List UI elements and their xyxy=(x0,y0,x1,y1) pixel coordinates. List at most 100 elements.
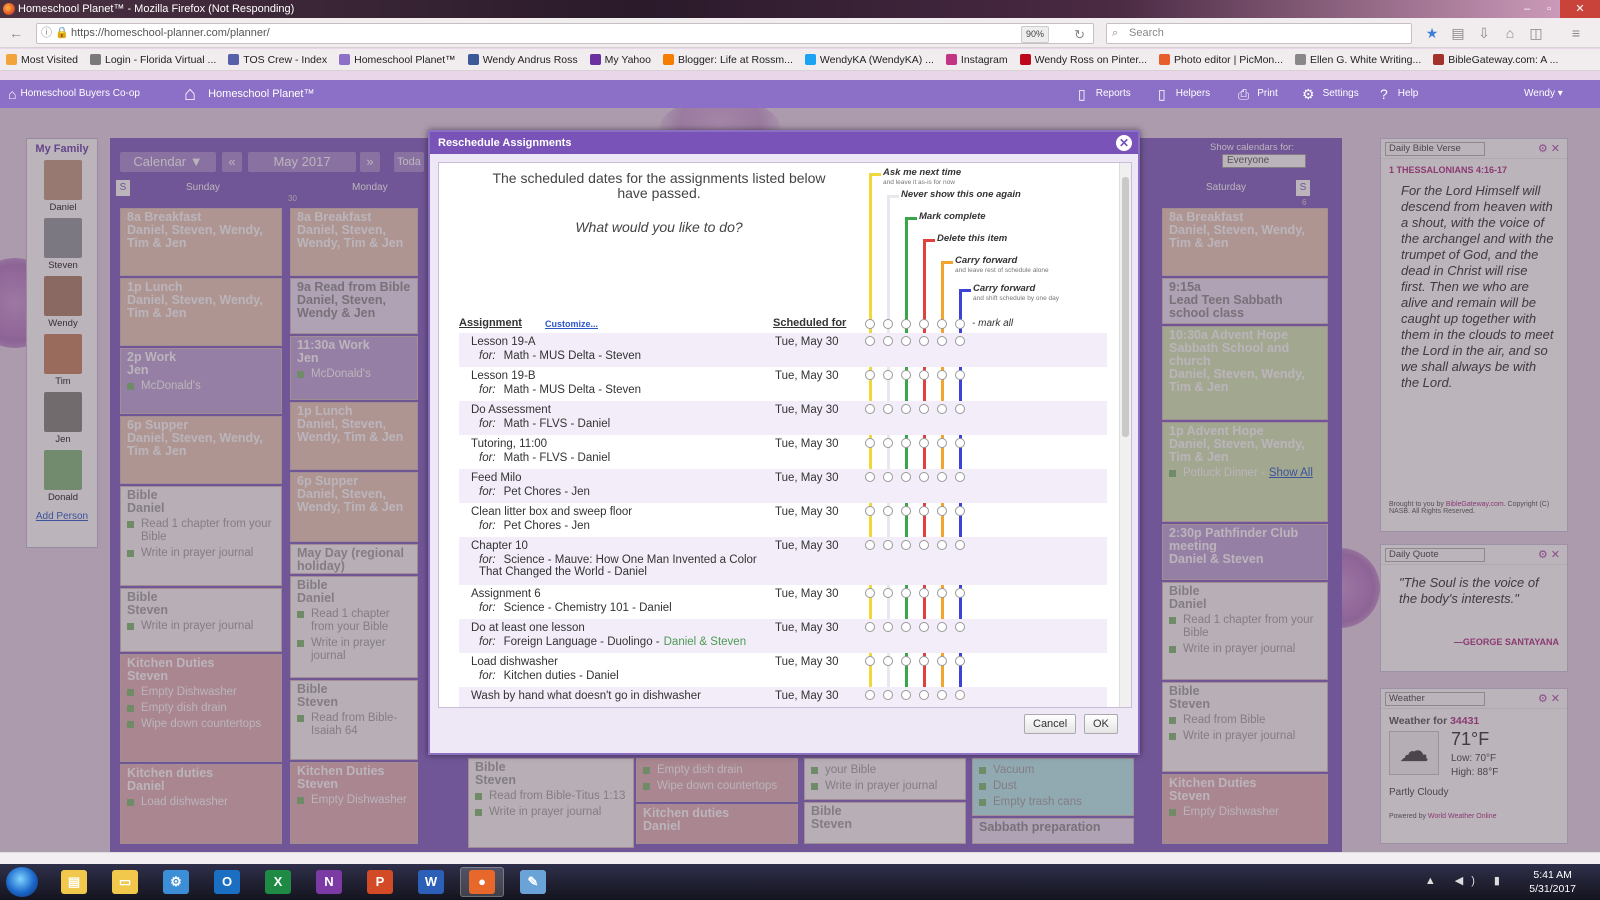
assignment-option-radio[interactable] xyxy=(919,506,929,516)
assignment-students-link[interactable]: Daniel & Steven xyxy=(664,636,746,648)
assignment-option-radio[interactable] xyxy=(865,622,875,632)
assignment-option-radio[interactable] xyxy=(937,404,947,414)
bookmark-item[interactable]: Wendy Andrus Ross xyxy=(467,54,578,66)
assignment-option-radio[interactable] xyxy=(955,690,965,700)
taskbar-app[interactable]: ⚙ xyxy=(154,867,198,897)
menu-print[interactable]: ⎙ Print xyxy=(1238,80,1278,108)
ok-button[interactable]: OK xyxy=(1084,714,1118,734)
assignment-option-radio[interactable] xyxy=(883,588,893,598)
assignment-option-radio[interactable] xyxy=(883,656,893,666)
bookmark-item[interactable]: Wendy Ross on Pinter... xyxy=(1019,54,1147,66)
taskbar-app[interactable]: ▤ xyxy=(52,867,96,897)
bookmark-item[interactable]: WendyKA (WendyKA) ... xyxy=(804,54,934,66)
close-window-button[interactable]: ✕ xyxy=(1560,0,1600,18)
bookmark-item[interactable]: Most Visited xyxy=(6,54,78,66)
zoom-indicator[interactable]: 90% xyxy=(1020,26,1049,43)
user-menu[interactable]: Wendy ▾ xyxy=(1524,80,1563,108)
menu-help[interactable]: ? Help xyxy=(1380,80,1418,108)
taskbar-app[interactable]: O xyxy=(205,867,249,897)
assignment-option-radio[interactable] xyxy=(919,588,929,598)
assignment-option-radio[interactable] xyxy=(901,588,911,598)
assignment-option-radio[interactable] xyxy=(955,656,965,666)
bookmark-item[interactable]: Ellen G. White Writing... xyxy=(1295,54,1421,66)
mark-all-radio[interactable] xyxy=(901,319,911,329)
taskbar-app[interactable]: N xyxy=(307,867,351,897)
bookmark-item[interactable]: Blogger: Life at Rossm... xyxy=(662,54,793,66)
assignment-option-radio[interactable] xyxy=(937,656,947,666)
assignment-option-radio[interactable] xyxy=(919,472,929,482)
assignment-option-radio[interactable] xyxy=(955,588,965,598)
assignment-option-radio[interactable] xyxy=(901,656,911,666)
assignment-option-radio[interactable] xyxy=(937,540,947,550)
assignment-option-radio[interactable] xyxy=(865,370,875,380)
search-input[interactable]: ⌕ Search xyxy=(1106,23,1412,44)
assignment-option-radio[interactable] xyxy=(901,404,911,414)
bookmark-star-icon[interactable]: ★ xyxy=(1424,25,1440,41)
assignment-option-radio[interactable] xyxy=(919,370,929,380)
mark-all-radio[interactable] xyxy=(919,319,929,329)
assignment-option-radio[interactable] xyxy=(865,472,875,482)
assignment-option-radio[interactable] xyxy=(883,336,893,346)
assignment-option-radio[interactable] xyxy=(919,404,929,414)
download-icon[interactable]: ⇩ xyxy=(1476,25,1492,41)
reading-list-icon[interactable]: ▤ xyxy=(1450,25,1466,41)
assignment-option-radio[interactable] xyxy=(937,588,947,598)
dialog-scrollbar[interactable] xyxy=(1119,163,1131,707)
assignment-option-radio[interactable] xyxy=(883,506,893,516)
assignment-option-radio[interactable] xyxy=(937,370,947,380)
bookmark-item[interactable]: BibleGateway.com: A ... xyxy=(1433,54,1558,66)
taskbar-app[interactable]: W xyxy=(409,867,453,897)
back-arrow-icon[interactable]: ← xyxy=(8,25,24,41)
assignment-option-radio[interactable] xyxy=(937,472,947,482)
assignment-option-radio[interactable] xyxy=(901,540,911,550)
assignment-option-radio[interactable] xyxy=(901,336,911,346)
assignment-option-radio[interactable] xyxy=(883,540,893,550)
taskbar-app[interactable]: P xyxy=(358,867,402,897)
assignment-option-radio[interactable] xyxy=(955,438,965,448)
hamburger-menu-icon[interactable]: ≡ xyxy=(1568,25,1584,41)
assignment-option-radio[interactable] xyxy=(937,506,947,516)
minimize-button[interactable]: – xyxy=(1516,0,1538,18)
clock[interactable]: 5:41 AM 5/31/2017 xyxy=(1529,868,1576,896)
dialog-close-icon[interactable]: ✕ xyxy=(1116,135,1132,151)
assignment-option-radio[interactable] xyxy=(901,622,911,632)
assignment-option-radio[interactable] xyxy=(919,438,929,448)
assignment-option-radio[interactable] xyxy=(901,472,911,482)
assignment-option-radio[interactable] xyxy=(919,622,929,632)
assignment-column-header[interactable]: Assignment xyxy=(459,317,522,329)
menu-settings[interactable]: ⚙ Settings xyxy=(1302,80,1359,108)
bookmark-item[interactable]: Login - Florida Virtual ... xyxy=(90,54,216,66)
home-icon[interactable]: ⌂ xyxy=(1502,25,1518,41)
assignment-option-radio[interactable] xyxy=(937,438,947,448)
menu-reports[interactable]: ▯ Reports xyxy=(1078,80,1131,108)
taskbar-app[interactable]: ✎ xyxy=(511,867,555,897)
pocket-icon[interactable]: ◫ xyxy=(1528,25,1544,41)
assignment-option-radio[interactable] xyxy=(883,438,893,448)
assignment-option-radio[interactable] xyxy=(865,690,875,700)
assignment-option-radio[interactable] xyxy=(865,336,875,346)
bookmark-item[interactable]: TOS Crew - Index xyxy=(228,54,327,66)
assignment-option-radio[interactable] xyxy=(883,404,893,414)
assignment-option-radio[interactable] xyxy=(919,540,929,550)
assignment-option-radio[interactable] xyxy=(955,622,965,632)
assignment-option-radio[interactable] xyxy=(901,370,911,380)
page-horizontal-scrollbar[interactable] xyxy=(0,852,1600,864)
assignment-option-radio[interactable] xyxy=(865,588,875,598)
assignment-option-radio[interactable] xyxy=(919,656,929,666)
assignment-option-radio[interactable] xyxy=(883,622,893,632)
mark-all-radio[interactable] xyxy=(865,319,875,329)
assignment-option-radio[interactable] xyxy=(937,690,947,700)
assignment-option-radio[interactable] xyxy=(955,472,965,482)
assignment-option-radio[interactable] xyxy=(883,690,893,700)
assignment-option-radio[interactable] xyxy=(883,472,893,482)
assignment-option-radio[interactable] xyxy=(937,622,947,632)
start-button[interactable] xyxy=(6,867,38,897)
reload-icon[interactable]: ↻ xyxy=(1074,25,1085,44)
mark-all-radio[interactable] xyxy=(937,319,947,329)
assignment-option-radio[interactable] xyxy=(955,336,965,346)
bookmark-item[interactable]: Photo editor | PicMon... xyxy=(1159,54,1283,66)
system-tray-icons[interactable]: ▲ ◀) ▮ xyxy=(1425,874,1508,887)
assignment-option-radio[interactable] xyxy=(865,438,875,448)
assignment-option-radio[interactable] xyxy=(865,656,875,666)
address-bar[interactable]: ⓘ 🔒 https://homeschool-planner.com/plann… xyxy=(36,23,1094,44)
